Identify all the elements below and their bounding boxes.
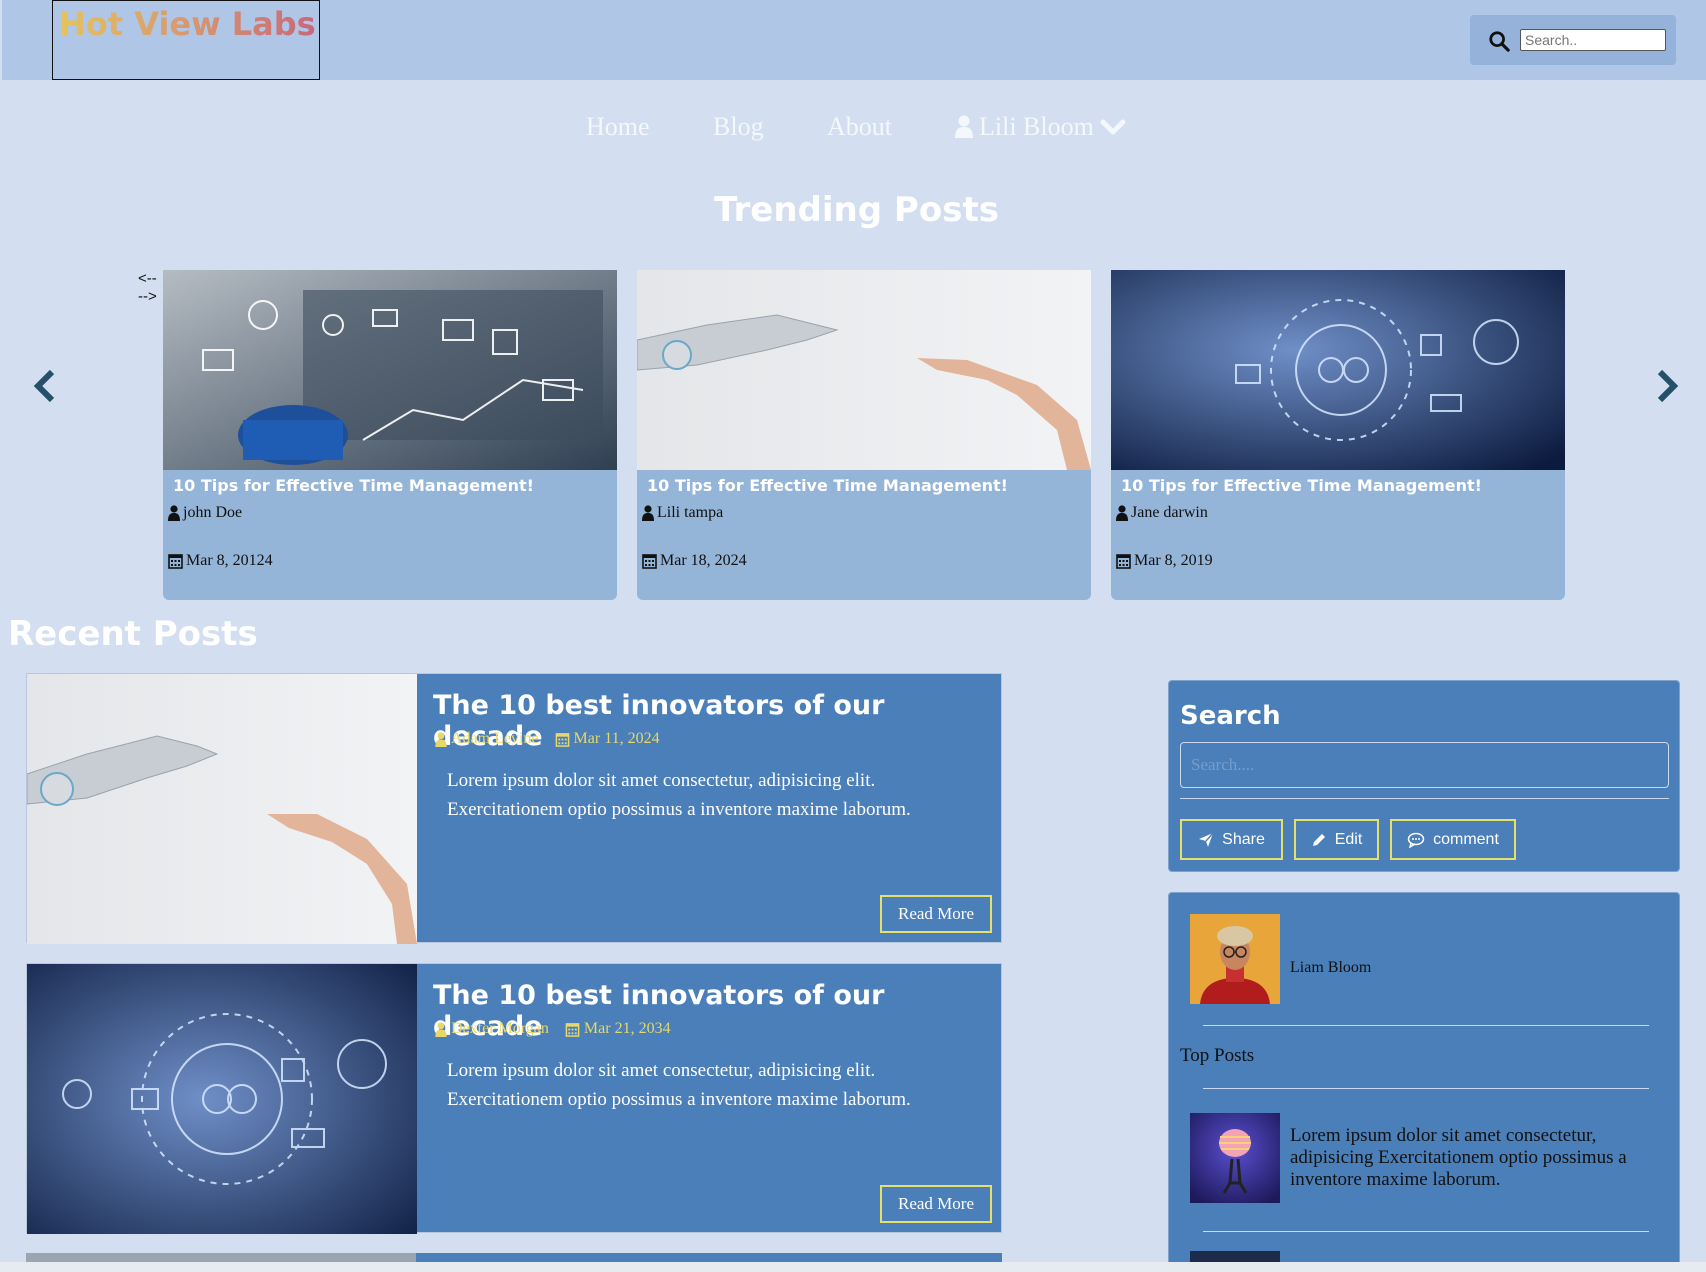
send-icon [1199, 832, 1214, 847]
header-search-input[interactable] [1520, 29, 1666, 51]
recent-title: Recent Posts [8, 614, 258, 654]
calendar-icon [168, 554, 183, 569]
divider [1203, 1025, 1649, 1026]
trending-card-date: Mar 8, 2019 [1116, 552, 1213, 570]
divider [1203, 1231, 1649, 1232]
user-icon [435, 1021, 447, 1037]
nav-user-label: Lili Bloom [979, 112, 1094, 141]
sidebar-search-heading: Search [1180, 701, 1281, 731]
nav-blog[interactable]: Blog [713, 112, 764, 142]
user-icon [168, 505, 180, 521]
trending-card-image [1111, 270, 1565, 470]
chevron-down-icon [1100, 119, 1126, 135]
trending-card[interactable]: 10 Tips for Effective Time Management! j… [163, 270, 617, 600]
edit-button[interactable]: Edit [1294, 819, 1379, 860]
carousel-alt-text: <----> [138, 270, 157, 305]
trending-card-title[interactable]: 10 Tips for Effective Time Management! [173, 476, 534, 495]
search-icon[interactable] [1488, 30, 1510, 52]
recent-post-image [26, 1253, 416, 1262]
trending-card-date: Mar 8, 20124 [168, 552, 273, 570]
recent-post-card: The 10 best innovators of our decade Dex… [26, 963, 1002, 1234]
trending-card-author: Jane darwin [1116, 504, 1208, 522]
divider [1180, 798, 1669, 799]
comment-icon [1407, 832, 1425, 848]
user-icon [955, 115, 973, 138]
nav-home[interactable]: Home [586, 112, 650, 142]
calendar-icon [555, 732, 569, 747]
main-nav: Home Blog About Lili Bloom [0, 112, 1706, 152]
trending-card[interactable]: 10 Tips for Effective Time Management! L… [637, 270, 1091, 600]
top-post-text[interactable]: Lorem ipsum dolor sit amet consectetur, … [1290, 1125, 1650, 1191]
profile-name[interactable]: Liam Bloom [1290, 959, 1371, 977]
calendar-icon [1116, 554, 1131, 569]
recent-post-meta: Adam Levine Mar 11, 2024 [435, 730, 660, 748]
carousel-prev-icon[interactable] [30, 366, 60, 406]
top-header: Hot View Labs [2, 0, 1706, 80]
trending-card[interactable]: 10 Tips for Effective Time Management! J… [1111, 270, 1565, 600]
recent-post-date: Mar 11, 2024 [555, 730, 660, 748]
trending-card-image [163, 270, 617, 470]
trending-title: Trending Posts [714, 190, 999, 230]
pencil-icon [1312, 833, 1325, 846]
recent-post-card: The 10 best innovators of our decade Ada… [26, 673, 1002, 944]
read-more-button[interactable]: Read More [880, 1185, 992, 1223]
header-search [1470, 15, 1676, 65]
sidebar-profile-box: Liam Bloom Top Posts Lorem ipsum dolor s… [1168, 892, 1680, 1272]
nav-about[interactable]: About [827, 112, 892, 142]
trending-card-date: Mar 18, 2024 [642, 552, 747, 570]
recent-post-author: Dexter Morgan [435, 1020, 549, 1038]
trending-card-author: john Doe [168, 504, 242, 522]
share-button[interactable]: Share [1180, 819, 1283, 860]
sidebar-search-box: Search Share Edit comment [1168, 680, 1680, 872]
recent-post-date: Mar 21, 2034 [565, 1020, 671, 1038]
site-logo[interactable]: Hot View Labs [52, 0, 320, 80]
recent-post-author: Adam Levine [435, 730, 539, 748]
carousel-next-icon[interactable] [1652, 366, 1682, 406]
comment-button[interactable]: comment [1390, 819, 1516, 860]
user-icon [1116, 505, 1128, 521]
trending-card-image [637, 270, 1091, 470]
nav-user-menu[interactable]: Lili Bloom [955, 112, 1126, 142]
logo-text: Hot View Labs [59, 5, 316, 43]
recent-post-image [27, 674, 417, 944]
recent-post-meta: Dexter Morgan Mar 21, 2034 [435, 1020, 671, 1038]
sidebar-search-input[interactable] [1180, 742, 1669, 788]
page-bottom-strip [0, 1262, 1706, 1272]
recent-post-excerpt: Lorem ipsum dolor sit amet consectetur, … [447, 770, 911, 820]
top-post-image[interactable] [1190, 1113, 1280, 1203]
top-posts-heading: Top Posts [1180, 1045, 1255, 1066]
user-icon [642, 505, 654, 521]
calendar-icon [565, 1022, 580, 1037]
divider [1203, 1088, 1649, 1089]
recent-post-image [27, 964, 417, 1234]
calendar-icon [642, 554, 657, 569]
trending-card-title[interactable]: 10 Tips for Effective Time Management! [1121, 476, 1482, 495]
recent-post-excerpt: Lorem ipsum dolor sit amet consectetur, … [447, 1060, 911, 1110]
user-icon [435, 731, 447, 747]
read-more-button[interactable]: Read More [880, 895, 992, 933]
avatar[interactable] [1190, 914, 1280, 1004]
trending-card-title[interactable]: 10 Tips for Effective Time Management! [647, 476, 1008, 495]
trending-card-author: Lili tampa [642, 504, 723, 522]
recent-post-card-partial [26, 1253, 1002, 1262]
